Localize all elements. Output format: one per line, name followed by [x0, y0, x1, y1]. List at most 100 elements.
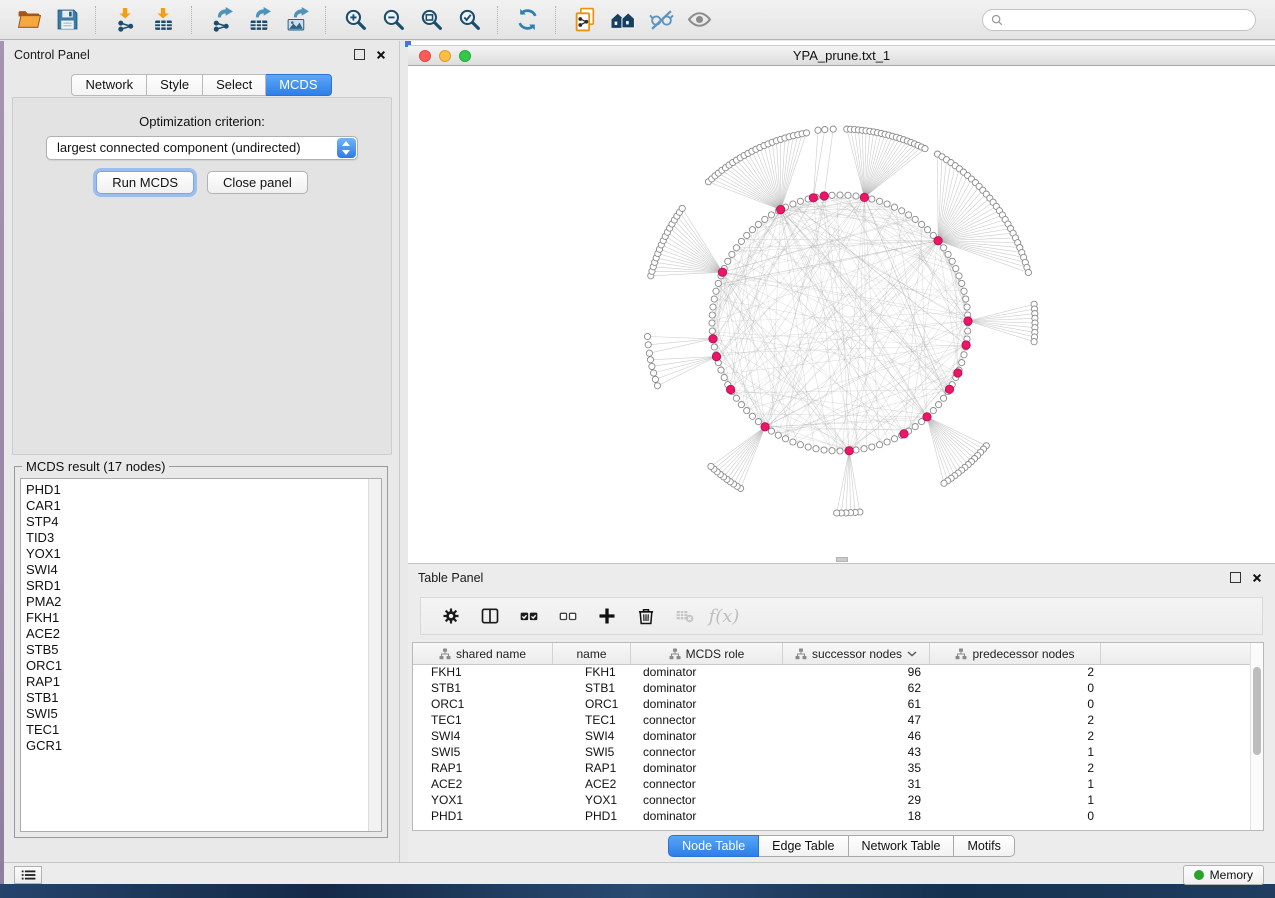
mcds-result-item[interactable]: PHD1: [21, 482, 381, 498]
column-header-successor-nodes[interactable]: successor nodes: [783, 643, 930, 664]
mcds-result-item[interactable]: RAP1: [21, 674, 381, 690]
select-all-button[interactable]: [512, 601, 546, 631]
memory-button[interactable]: Memory: [1183, 865, 1264, 885]
column-header-predecessor-nodes[interactable]: predecessor nodes: [930, 643, 1101, 664]
delete-column-button[interactable]: [629, 601, 663, 631]
optimization-criterion-select[interactable]: largest connected component (undirected): [46, 136, 358, 160]
open-folder-button[interactable]: [13, 4, 45, 36]
table-scrollbar[interactable]: [1250, 643, 1263, 830]
table-row[interactable]: PHD1PHD1dominator180: [413, 808, 1250, 824]
mcds-result-item[interactable]: GCR1: [21, 738, 381, 754]
table-row[interactable]: ORC1ORC1dominator610: [413, 696, 1250, 712]
table-row[interactable]: ACE2ACE2connector311: [413, 776, 1250, 792]
network-node: [837, 192, 843, 198]
mcds-result-item[interactable]: YOX1: [21, 546, 381, 562]
show-visual-button[interactable]: [683, 4, 715, 36]
mcds-result-item[interactable]: PMA2: [21, 594, 381, 610]
result-scrollbar[interactable]: [368, 479, 381, 831]
mcds-result-list[interactable]: PHD1CAR1STP4TID3YOX1SWI4SRD1PMA2FKH1ACE2…: [20, 478, 382, 832]
mcds-result-item[interactable]: CAR1: [21, 498, 381, 514]
table-row[interactable]: SWI4SWI4dominator462: [413, 728, 1250, 744]
network-node: [877, 442, 883, 448]
export-network-button[interactable]: [205, 4, 237, 36]
toolbar-separator: [325, 6, 327, 34]
export-image-button[interactable]: [281, 4, 313, 36]
column-header-MCDS-role[interactable]: MCDS role: [631, 643, 783, 664]
scrollbar-thumb[interactable]: [1253, 667, 1261, 755]
table-row[interactable]: SWI5SWI5connector431: [413, 744, 1250, 760]
mcds-result-item[interactable]: STB1: [21, 690, 381, 706]
tab-style[interactable]: Style: [147, 74, 203, 96]
close-window-icon[interactable]: [419, 50, 431, 62]
mcds-result-item[interactable]: STP4: [21, 514, 381, 530]
panel-splitter[interactable]: [400, 41, 408, 862]
zoom-in-icon: [343, 7, 368, 32]
minimize-window-icon[interactable]: [439, 50, 451, 62]
column-header-name[interactable]: name: [553, 643, 631, 664]
network-window-titlebar[interactable]: YPA_prune.txt_1: [408, 45, 1275, 66]
table-row[interactable]: YOX1YOX1connector291: [413, 792, 1250, 808]
mcds-result-item[interactable]: STB5: [21, 642, 381, 658]
export-network-icon: [209, 7, 234, 32]
tab-motifs[interactable]: Motifs: [954, 835, 1014, 857]
import-table-button[interactable]: [147, 4, 179, 36]
splitter-handle[interactable]: [836, 557, 848, 562]
home-pages-button[interactable]: [607, 4, 639, 36]
mcds-result-item[interactable]: SWI4: [21, 562, 381, 578]
run-mcds-button[interactable]: Run MCDS: [96, 171, 194, 194]
zoom-fit-button[interactable]: [415, 4, 447, 36]
close-button[interactable]: [1252, 573, 1262, 583]
mcds-node: [712, 352, 720, 360]
add-column-button[interactable]: [590, 601, 624, 631]
column-header-shared-name[interactable]: shared name: [413, 643, 553, 664]
split-view-button[interactable]: [473, 601, 507, 631]
maximize-window-icon[interactable]: [459, 50, 471, 62]
network-node: [644, 333, 650, 339]
mcds-result-item[interactable]: FKH1: [21, 610, 381, 626]
tab-node-table[interactable]: Node Table: [668, 835, 759, 857]
table-row[interactable]: FKH1FKH1dominator962: [413, 664, 1250, 680]
tab-network-table[interactable]: Network Table: [849, 835, 955, 857]
search-box[interactable]: [982, 9, 1256, 31]
zoom-out-button[interactable]: [377, 4, 409, 36]
float-button[interactable]: [1230, 572, 1241, 583]
mcds-panel: Optimization criterion: largest connecte…: [12, 97, 392, 455]
mcds-result-item[interactable]: TID3: [21, 530, 381, 546]
cell-predecessor-nodes: 0: [930, 696, 1101, 712]
mcds-result-item[interactable]: SRD1: [21, 578, 381, 594]
network-canvas[interactable]: [408, 66, 1275, 563]
hide-visual-button[interactable]: [645, 4, 677, 36]
close-panel-button[interactable]: Close panel: [207, 171, 308, 194]
refresh-button[interactable]: [511, 4, 543, 36]
tab-select[interactable]: Select: [203, 74, 266, 96]
mcds-node: [726, 385, 734, 393]
table-row[interactable]: RAP1RAP1dominator352: [413, 760, 1250, 776]
import-network-button[interactable]: [109, 4, 141, 36]
mcds-result-item[interactable]: ORC1: [21, 658, 381, 674]
network-graph[interactable]: [408, 66, 1275, 563]
tab-mcds[interactable]: MCDS: [266, 74, 331, 96]
table-row[interactable]: STB1STB1dominator620: [413, 680, 1250, 696]
network-node: [941, 480, 947, 486]
float-button[interactable]: [354, 49, 365, 60]
cell-successor-nodes: 61: [783, 696, 930, 712]
zoom-in-button[interactable]: [339, 4, 371, 36]
mcds-result-title: MCDS result (17 nodes): [22, 459, 169, 474]
clone-network-button[interactable]: [569, 4, 601, 36]
save-button[interactable]: [51, 4, 83, 36]
export-table-button[interactable]: [243, 4, 275, 36]
mcds-result-item[interactable]: SWI5: [21, 706, 381, 722]
mcds-result-item[interactable]: ACE2: [21, 626, 381, 642]
network-node: [899, 208, 905, 214]
deselect-all-button[interactable]: [551, 601, 585, 631]
mcds-result-item[interactable]: TEC1: [21, 722, 381, 738]
cell-MCDS-role: dominator: [631, 760, 783, 776]
task-history-button[interactable]: [14, 866, 42, 884]
zoom-selected-button[interactable]: [453, 4, 485, 36]
tab-network[interactable]: Network: [71, 74, 147, 96]
table-row[interactable]: TEC1TEC1connector472: [413, 712, 1250, 728]
gear-button[interactable]: [434, 601, 468, 631]
search-input[interactable]: [1004, 11, 1255, 29]
tab-edge-table[interactable]: Edge Table: [759, 835, 848, 857]
close-button[interactable]: [376, 50, 386, 60]
